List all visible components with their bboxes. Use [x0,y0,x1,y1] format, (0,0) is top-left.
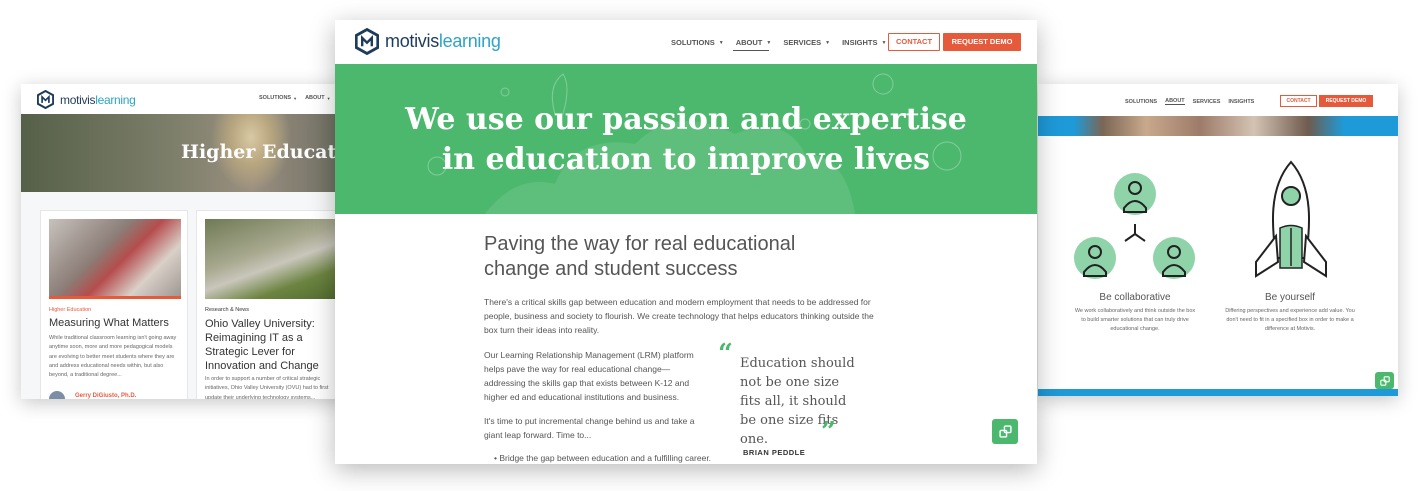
left-screenshot: motivislearning SOLUTIONS ▼ ABOUT ▼ Higher… [21,84,351,399]
chevron-down-icon: ▼ [326,95,331,101]
col1-text: We work collaboratively and think outsid… [1074,308,1196,332]
nav-solutions[interactable]: SOLUTIONS [259,95,291,101]
logo-text-light: learning [95,92,136,107]
nav-insights[interactable]: INSIGHTS [842,38,877,47]
logo[interactable]: motivislearning [37,90,136,109]
collaboration-icon [1074,173,1195,279]
right-footer-strip [1038,389,1398,396]
article-title[interactable]: Measuring What Matters [49,317,169,329]
nav-services[interactable]: SERVICES [1193,99,1221,105]
avatar [49,391,65,399]
paragraph-2: Our Learning Relationship Management (LR… [484,350,694,402]
section-heading-line1: Paving the way for real educational [484,233,796,255]
bullet-text: Bridge the gap between education and a f… [499,453,712,463]
col1-title: Be collaborative [1099,292,1171,303]
center-screenshot: motivislearning SOLUTIONS ▼ ABOUT ▼ SERVIC… [335,20,1037,464]
hero-title-line2: in education to improve lives [441,142,931,177]
nav-about[interactable]: ABOUT [305,95,325,101]
section-heading-line2: change and student success [484,258,738,280]
logo-icon [355,28,379,55]
article-category[interactable]: Research & News [205,307,249,313]
chat-icon [998,425,1012,438]
logo-icon [37,90,54,109]
chevron-down-icon: ▼ [881,39,887,46]
logo-text-light: learning [438,31,501,51]
quote-close-icon: ” [821,417,836,447]
quote-open-icon: “ [718,339,733,369]
article-image [49,219,181,299]
contact-button[interactable]: CONTACT [1280,95,1317,107]
nav-insights[interactable]: INSIGHTS [1228,99,1254,105]
hero-decoration [427,73,962,214]
col2-title: Be yourself [1264,292,1316,303]
article-image [205,219,345,299]
article-excerpt: While traditional classroom learning isn… [49,335,177,379]
center-nav: SOLUTIONS ▼ ABOUT ▼ SERVICES ▼ INSIGHTS ▼ [671,38,886,47]
request-demo-button[interactable]: REQUEST DEMO [1319,95,1373,107]
chat-button[interactable] [992,419,1018,444]
nav-solutions[interactable]: SOLUTIONS [671,38,715,47]
right-hero-strip [1038,116,1398,136]
hero: We use our passion and expertise in educ… [335,64,1037,214]
right-screenshot: SOLUTIONS ABOUT SERVICES INSIGHTS CONTAC… [1038,84,1398,396]
logo-text-bold: motivis [60,92,96,107]
left-hero-title: Higher Educati [181,141,344,163]
nav-solutions[interactable]: SOLUTIONS [1125,99,1157,105]
request-demo-button[interactable]: REQUEST DEMO [943,33,1021,51]
rocket-icon [1255,160,1327,278]
col2-text: Differing perspectives and experience ad… [1225,308,1355,332]
quote-author: BRIAN PEDDLE [743,448,806,457]
hero-title-line1: We use our passion and expertise [405,102,967,137]
bullet-item: • Bridge the gap between education and a… [494,453,712,463]
article-excerpt: In order to support a number of critical… [205,376,329,399]
chevron-down-icon: ▼ [293,95,298,101]
left-hero: Higher Educati [21,114,351,192]
left-nav: SOLUTIONS ▼ ABOUT ▼ [259,95,331,101]
contact-button[interactable]: CONTACT [888,33,940,51]
logo-text-bold: motivis [385,31,439,51]
article-card[interactable]: Research & News Ohio Valley University: … [196,210,351,399]
article-title[interactable]: Ohio Valley University: Reimagining IT a… [205,317,335,373]
nav-about[interactable]: ABOUT [1165,98,1185,105]
chevron-down-icon: ▼ [718,39,724,46]
article-category[interactable]: Higher Education [49,307,91,313]
chevron-down-icon: ▼ [825,39,831,46]
chat-icon [1379,375,1390,386]
nav-about[interactable]: ABOUT [736,38,763,47]
article-card[interactable]: Higher Education Measuring What Matters … [40,210,188,399]
chevron-down-icon: ▼ [766,39,772,46]
logo[interactable]: motivislearning [355,28,501,55]
nav-services[interactable]: SERVICES [783,38,821,47]
pull-quote: Education should not be one size fits al… [740,356,855,447]
paragraph-3: It's time to put incremental change behi… [484,416,695,440]
chat-button[interactable] [1375,372,1394,389]
nav-about-underline [733,50,769,51]
paragraph-1: There's a critical skills gap between ed… [484,297,874,335]
article-author[interactable]: Gerry DiGiusto, Ph.D. [75,393,136,399]
right-nav: SOLUTIONS ABOUT SERVICES INSIGHTS [1125,98,1254,105]
